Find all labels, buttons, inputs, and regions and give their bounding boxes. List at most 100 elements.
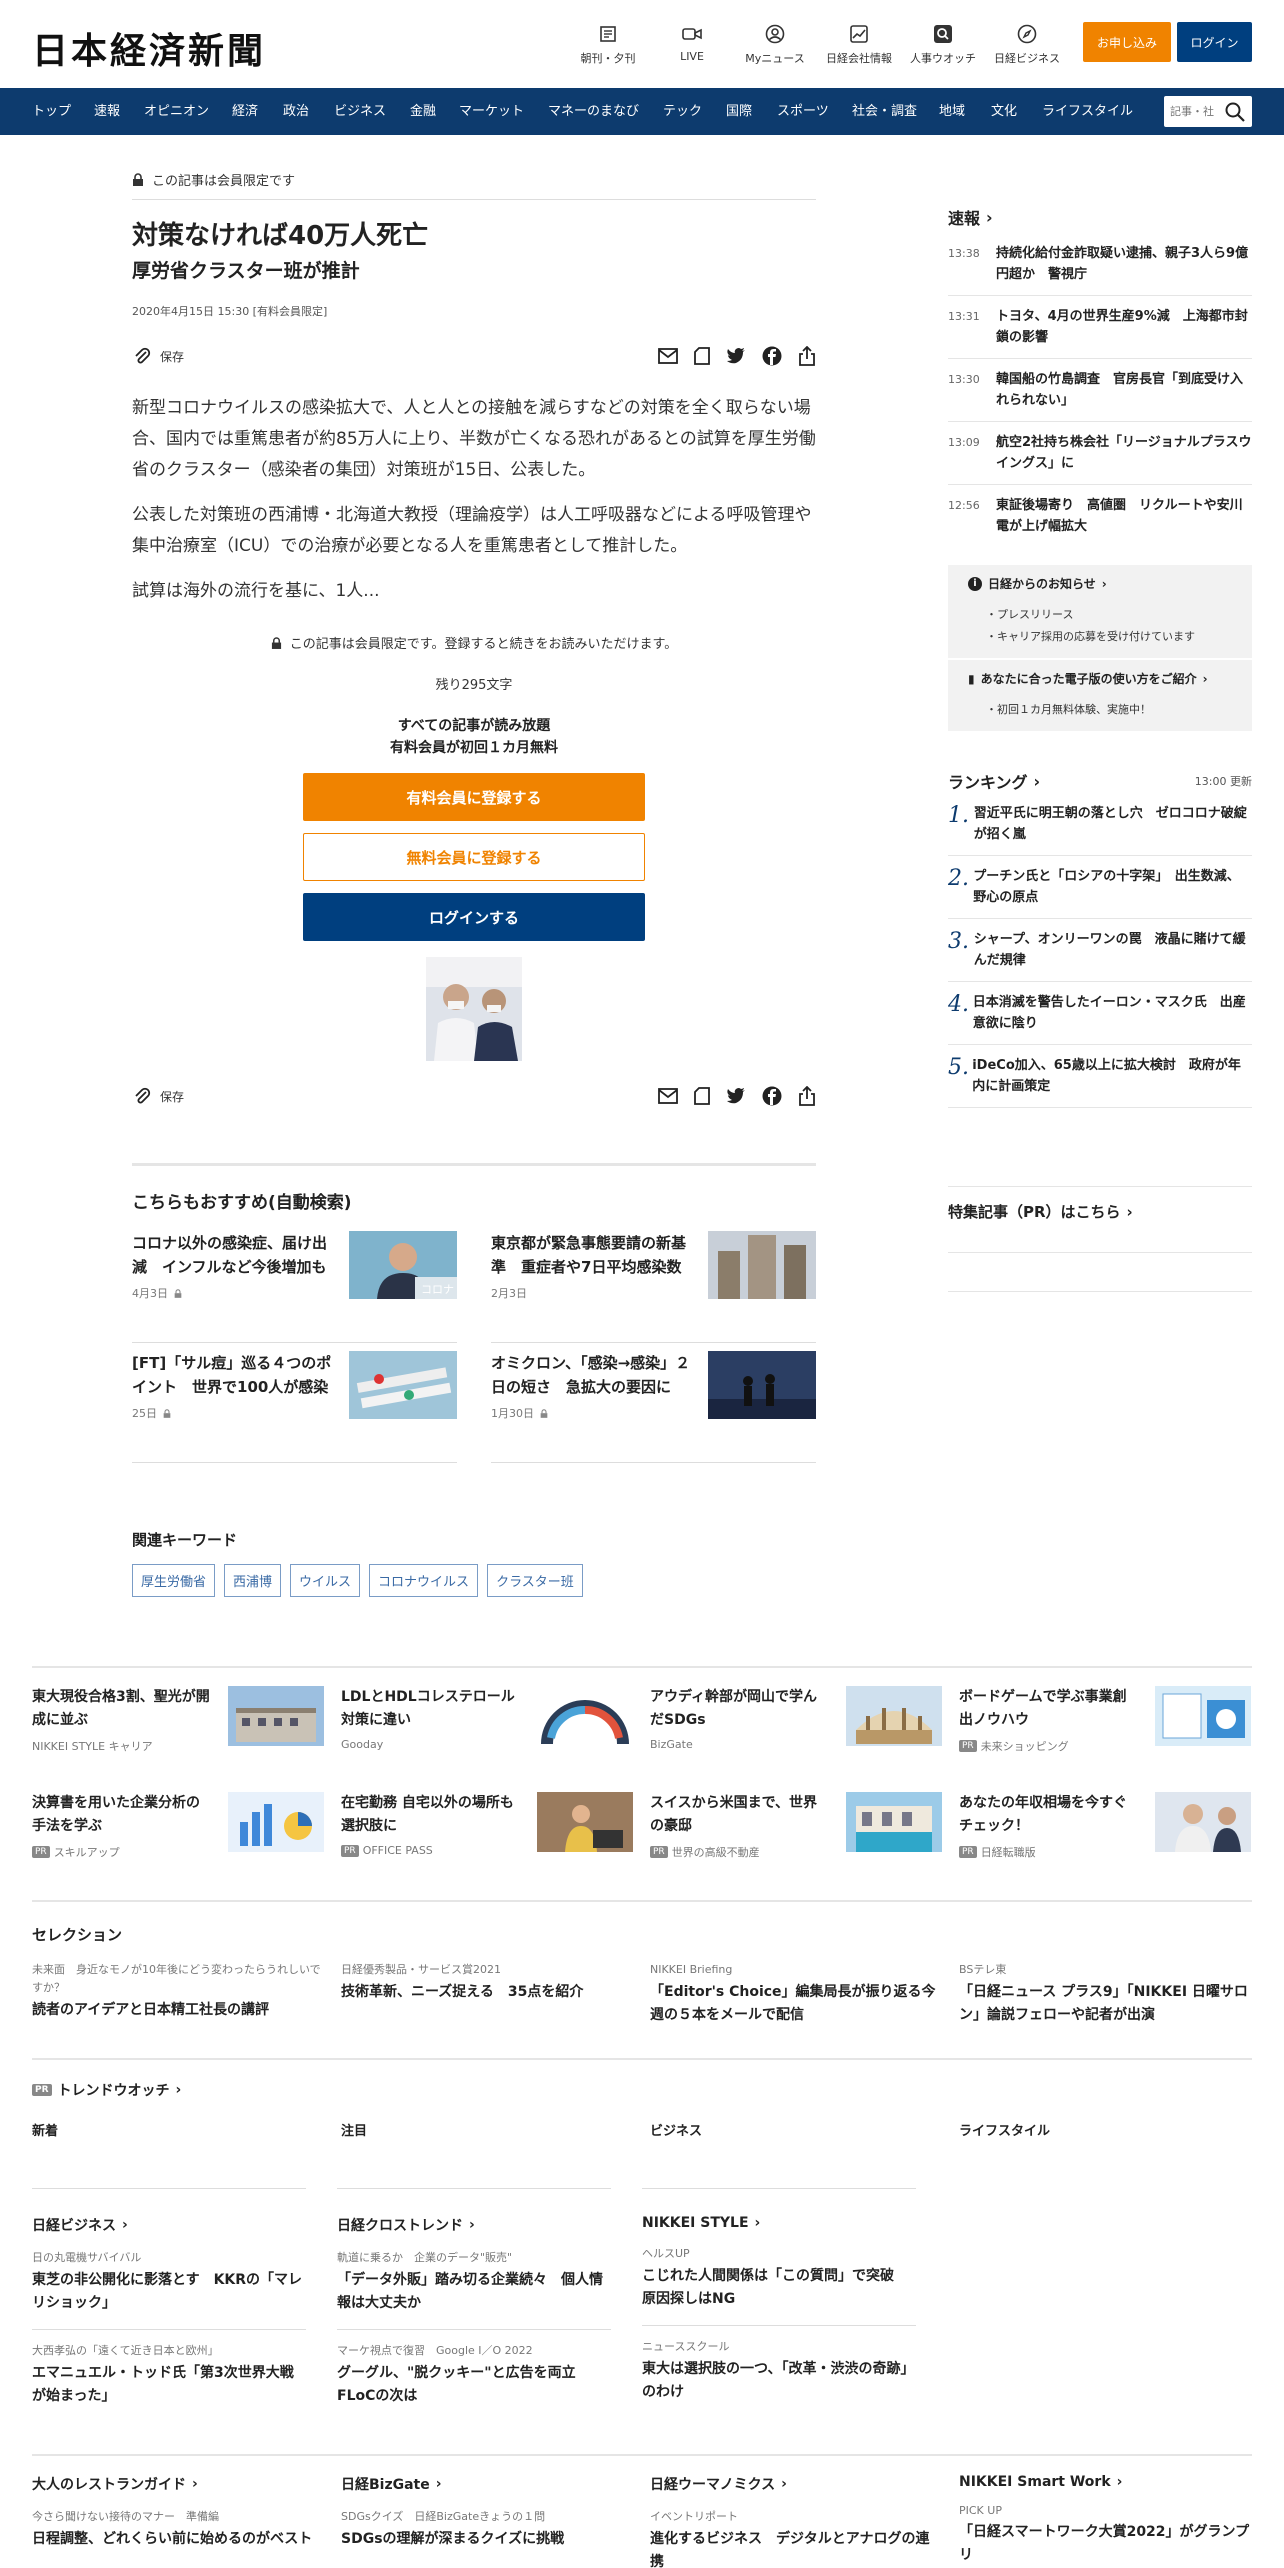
media-heading[interactable]: 日経ビジネス › [32, 2215, 306, 2235]
site-logo[interactable]: 日本経済新聞 [32, 22, 266, 74]
nav-business[interactable]: ビジネス [334, 88, 386, 135]
ranking-item[interactable]: 1. 習近平氏に明王朝の落とし穴 ゼロコロナ破綻が招く嵐 [948, 793, 1252, 856]
facebook-icon[interactable] [762, 346, 782, 366]
paid-register-button[interactable]: 有料会員に登録する [303, 773, 645, 821]
trend-tab[interactable]: ライフスタイル [959, 2120, 1251, 2139]
breaking-item[interactable]: 13:38 持続化給付金詐取疑い逮捕、親子3人ら9億円超か 警視庁 [948, 233, 1252, 296]
save-button[interactable]: 保存 [132, 1086, 184, 1106]
facebook-icon[interactable] [762, 1086, 782, 1106]
util-mynews[interactable]: Myニュース [735, 24, 815, 66]
trend-tab[interactable]: ビジネス [650, 2120, 942, 2139]
nav-economy[interactable]: 経済 [232, 88, 258, 135]
recommend-item[interactable]: 東京都が緊急事態要請の新基準 重症者や7日平均感染数 2月3日 [491, 1223, 816, 1343]
mail-icon[interactable] [658, 348, 678, 364]
keyword-tag[interactable]: クラスター班 [487, 1564, 583, 1597]
nav-lifestyle[interactable]: ライフスタイル [1042, 88, 1133, 135]
ad-card[interactable]: スイスから米国まで、世界の豪邸 PR 世界の高級不動産 [650, 1792, 942, 1892]
trend-heading[interactable]: PR トレンドウオッチ › [32, 2080, 1252, 2100]
breaking-item[interactable]: 12:56 東証後場寄り 高値圏 リクルートや安川電が上げ幅拡大 [948, 485, 1252, 547]
util-personnel-watch[interactable]: 人事ウオッチ [903, 24, 983, 66]
twitter-icon[interactable] [726, 347, 746, 365]
article-photo[interactable] [426, 957, 522, 1061]
nav-breaking[interactable]: 速報 [94, 88, 120, 135]
media-heading[interactable]: NIKKEI STYLE › [642, 2215, 916, 2231]
pr-heading[interactable]: 特集記事（PR）はこちら › [948, 1186, 1252, 1222]
media2-column[interactable]: NIKKEI Smart Work › PICK UP 「日経スマートワーク大賞202… [959, 2474, 1251, 2568]
keyword-tag[interactable]: ウイルス [290, 1564, 361, 1597]
util-newspaper[interactable]: 朝刊・夕刊 [568, 24, 648, 66]
nav-finance[interactable]: 金融 [410, 88, 436, 135]
share-icon[interactable] [798, 346, 816, 366]
ad-card[interactable]: あなたの年収相場を今すぐチェック！ PR 日経転職版 [959, 1792, 1251, 1892]
epaper-heading[interactable]: ▮ あなたに合った電子版の使い方をご紹介 › [968, 670, 1232, 687]
copy-icon[interactable] [694, 347, 710, 365]
util-company-info[interactable]: 日経会社情報 [819, 24, 899, 66]
ranking-item[interactable]: 5. iDeCo加入、65歳以上に拡大検討 政府が年内に計画策定 [948, 1045, 1252, 1108]
search-icon[interactable] [1224, 101, 1246, 127]
nav-politics[interactable]: 政治 [283, 88, 309, 135]
ad-card[interactable]: 東大現役合格3割、聖光が開成に並ぶ NIKKEI STYLE キャリア [32, 1686, 324, 1786]
ranking-item[interactable]: 3. シャープ、オンリーワンの罠 液晶に賭けて緩んだ規律 [948, 919, 1252, 982]
paywall-login-button[interactable]: ログインする [303, 893, 645, 941]
media2-column[interactable]: 日経ウーマノミクス › イベントリポート 進化するビジネス デジタルとアナログの連携 [650, 2474, 942, 2568]
nav-culture[interactable]: 文化 [991, 88, 1017, 135]
util-nikkei-business[interactable]: 日経ビジネス [987, 24, 1067, 66]
nav-market[interactable]: マーケット [459, 88, 524, 135]
login-button[interactable]: ログイン [1177, 22, 1252, 62]
epaper-item[interactable]: ・初回１カ月無料体験、実施中！ [986, 699, 1232, 721]
media2-column[interactable]: 日経BizGate › SDGsクイズ 日経BizGateきょうの１問 SDGsの理解… [341, 2474, 633, 2568]
nav-society[interactable]: 社会・調査 [852, 88, 917, 135]
apply-button[interactable]: お申し込み [1083, 22, 1171, 62]
ad-card[interactable]: 決算書を用いた企業分析の手法を学ぶ PR スキルアップ [32, 1792, 324, 1892]
selection-item[interactable]: BSテレ東 「日経ニュース プラス9」「NIKKEI 日曜サロン」論説フェローや記… [959, 1961, 1251, 2027]
free-register-button[interactable]: 無料会員に登録する [303, 833, 645, 881]
util-live[interactable]: LIVE [652, 24, 732, 63]
media-item[interactable]: 大西孝弘の「遠くて近き日本と欧州」 エマニュエル・トッド氏「第3次世界大戦が始まっ… [32, 2329, 306, 2408]
media-heading[interactable]: 日経クロストレンド › [337, 2215, 611, 2235]
share-icon[interactable] [798, 1086, 816, 1106]
recommend-item[interactable]: コロナ以外の感染症、届け出減 インフルなど今後増加も 4月3日 コロナ [132, 1223, 457, 1343]
save-button[interactable]: 保存 [132, 346, 184, 366]
keyword-tag[interactable]: コロナウイルス [369, 1564, 479, 1597]
ad-card[interactable]: 在宅勤務 自宅以外の場所も選択肢に PR OFFICE PASS [341, 1792, 633, 1892]
mail-icon[interactable] [658, 1088, 678, 1104]
breaking-heading[interactable]: 速報 › [948, 205, 1252, 229]
nav-opinion[interactable]: オピニオン [144, 88, 209, 135]
nav-region[interactable]: 地域 [939, 88, 965, 135]
nav-world[interactable]: 国際 [726, 88, 752, 135]
selection-item[interactable]: 未来面 身近なモノが10年後にどう変わったらうれしいですか？ 読者のアイデアと日本… [32, 1961, 324, 2027]
recommend-item[interactable]: オミクロン、「感染→感染」２日の短さ 急拡大の要因に 1月30日 [491, 1343, 816, 1463]
media-item[interactable]: マーケ視点で復習 Google I／O 2022 グーグル、"脱クッキー"と広告を… [337, 2329, 611, 2408]
keyword-tag[interactable]: 西浦博 [224, 1564, 282, 1597]
copy-icon[interactable] [694, 1087, 710, 1105]
ranking-item[interactable]: 4. 日本消滅を警告したイーロン・マスク氏 出産意欲に陰り [948, 982, 1252, 1045]
trend-tab[interactable]: 新着 [32, 2120, 324, 2139]
media-item[interactable]: 軌道に乗るか 企業のデータ"販売" 「データ外販」踏み切る企業続々 個人情報は大丈… [337, 2249, 611, 2315]
search-input[interactable] [1170, 102, 1220, 121]
nav-money[interactable]: マネーのまなび [548, 88, 639, 135]
recommend-item[interactable]: [FT]「サル痘」巡る４つのポイント 世界で100人が感染 25日 [132, 1343, 457, 1463]
media-item[interactable]: ヘルスUP こじれた人間関係は「この質問」で突破 原因探しはNG [642, 2245, 916, 2311]
media2-column[interactable]: 大人のレストランガイド › 今さら聞けない接待のマナー 準備編 日程調整、どれくらい前… [32, 2474, 324, 2568]
nav-sports[interactable]: スポーツ [777, 88, 829, 135]
notice-item[interactable]: ・キャリア採用の応募を受け付けています [986, 626, 1232, 648]
breaking-item[interactable]: 13:30 韓国船の竹島調査 官房長官「到底受け入れられない」 [948, 359, 1252, 422]
selection-item[interactable]: 日経優秀製品・サービス賞2021 技術革新、ニーズ捉える 35点を紹介 [341, 1961, 633, 2027]
ranking-heading[interactable]: ランキング › [948, 769, 1040, 793]
breaking-item[interactable]: 13:09 航空2社持ち株会社「リージョナルプラスウイングス」に [948, 422, 1252, 485]
ad-card[interactable]: ボードゲームで学ぶ事業創出ノウハウ PR 未来ショッピング [959, 1686, 1251, 1786]
notice-heading[interactable]: i 日経からのお知らせ › [968, 575, 1232, 592]
media-item[interactable]: 日の丸電機サバイバル 東芝の非公開化に影落とす KKRの「マレリショック」 [32, 2249, 306, 2315]
breaking-item[interactable]: 13:31 トヨタ、4月の世界生産9%減 上海都市封鎖の影響 [948, 296, 1252, 359]
ad-card[interactable]: アウディ幹部が岡山で学んだSDGs BizGate [650, 1686, 942, 1786]
media-item[interactable]: ニューススクール 東大は選択肢の一つ、「改革・渋渋の奇跡」のわけ [642, 2325, 916, 2404]
nav-tech[interactable]: テック [663, 88, 702, 135]
nav-top[interactable]: トップ [32, 88, 71, 135]
selection-item[interactable]: NIKKEI Briefing 「Editor's Choice」編集局長が振り返… [650, 1961, 942, 2027]
ranking-item[interactable]: 2. プーチン氏と「ロシアの十字架」 出生数減、野心の原点 [948, 856, 1252, 919]
notice-item[interactable]: ・プレスリリース [986, 604, 1232, 626]
twitter-icon[interactable] [726, 1087, 746, 1105]
trend-tab[interactable]: 注目 [341, 2120, 633, 2139]
keyword-tag[interactable]: 厚生労働省 [132, 1564, 216, 1597]
ad-card[interactable]: LDLとHDLコレステロール 対策に違い Gooday CHOLESTEROL [341, 1686, 633, 1786]
